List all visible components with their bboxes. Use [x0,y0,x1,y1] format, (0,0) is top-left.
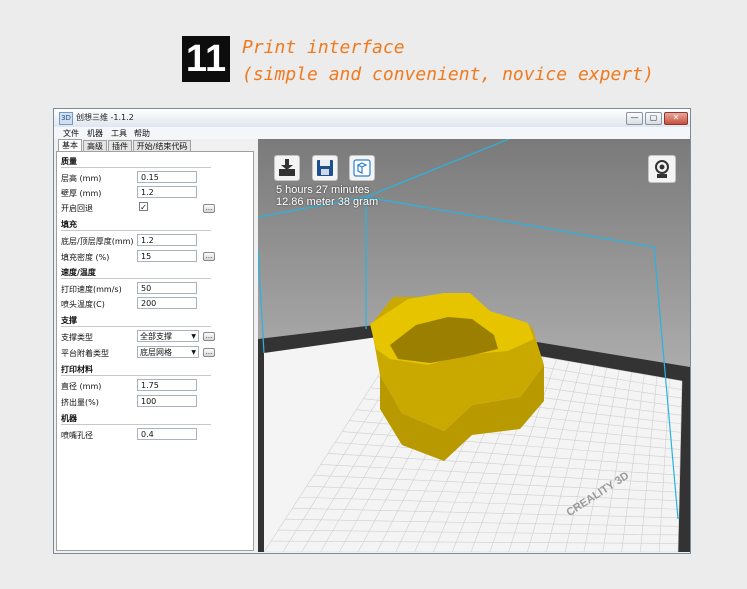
save-icon [317,160,333,176]
section-quality: 质量 [61,157,77,166]
app-window: 3D 创想三维 -1.1.2 — ▢ ✕ 文件 机器 工具 帮助 基本 高级 插… [53,108,691,554]
load-model-button[interactable] [274,155,300,181]
menu-machine[interactable]: 机器 [87,128,103,139]
nozzle-size-input[interactable]: 0.4 [137,428,197,440]
settings-panel: 基本 高级 插件 开始/结束代码 质量 层高 (mm) 0.15 壁厚 (mm)… [56,139,254,551]
section-speed-temperature: 速度/温度 [61,268,96,277]
nozzle-size-label: 喷嘴孔径 [61,431,93,440]
divider [61,326,211,327]
print-speed-input[interactable]: 50 [137,282,197,294]
minimize-button[interactable]: — [626,112,643,125]
platform-adhesion-value: 底层网格 [140,348,172,357]
basic-settings: 质量 层高 (mm) 0.15 壁厚 (mm) 1.2 开启回退 ✓ ... 填… [56,151,254,551]
support-more-button[interactable]: ... [203,332,215,341]
chevron-down-icon: ▼ [191,333,196,340]
layer-height-label: 层高 (mm) [61,174,102,183]
window-title: 创想三维 -1.1.2 [76,113,134,122]
retraction-more-button[interactable]: ... [203,204,215,213]
print-speed-label: 打印速度(mm/s) [61,285,122,294]
retraction-checkbox[interactable]: ✓ [139,202,148,212]
menu-help[interactable]: 帮助 [134,128,150,139]
support-type-select[interactable]: 全部支撑 ▼ [137,330,199,342]
flow-label: 挤出量(%) [61,398,99,407]
banner-subtitle: (simple and convenient, novice expert) [242,64,654,85]
load-icon [279,159,295,176]
tab-start-end-gcode[interactable]: 开始/结束代码 [133,140,191,151]
menu-tools[interactable]: 工具 [111,128,127,139]
share-button[interactable] [349,155,375,181]
platform-adhesion-select[interactable]: 底层网格 ▼ [137,346,199,358]
menu-bar: 文件 机器 工具 帮助 [54,127,690,139]
creality-logo-icon [353,159,371,177]
save-gcode-button[interactable] [312,155,338,181]
filament-diameter-input[interactable]: 1.75 [137,379,197,391]
wall-thickness-label: 壁厚 (mm) [61,189,102,198]
divider [61,230,211,231]
section-support: 支撑 [61,316,77,325]
print-time: 5 hours 27 minutes [276,184,370,196]
tab-advanced[interactable]: 高级 [83,140,107,151]
divider [61,424,211,425]
fill-density-label: 填充密度 (%) [61,253,110,262]
banner-title: Print interface [242,37,405,58]
view-mode-icon [655,160,669,178]
close-button[interactable]: ✕ [664,112,688,125]
flow-input[interactable]: 100 [137,395,197,407]
maximize-button[interactable]: ▢ [645,112,662,125]
support-type-value: 全部支撑 [140,332,172,341]
3d-viewport[interactable]: 5 hours 27 minutes 12.86 meter 38 gram C… [258,139,690,552]
section-machine: 机器 [61,414,77,423]
bottom-top-thickness-label: 底层/顶层厚度(mm) [61,237,134,246]
filament-diameter-label: 直径 (mm) [61,382,102,391]
tab-plugins[interactable]: 插件 [108,140,132,151]
divider [61,278,211,279]
retraction-label: 开启回退 [61,204,93,213]
chevron-down-icon: ▼ [191,349,196,356]
layer-height-input[interactable]: 0.15 [137,171,197,183]
wall-thickness-input[interactable]: 1.2 [137,186,197,198]
platform-adhesion-label: 平台附着类型 [61,349,109,358]
step-number: 11 [182,36,230,82]
nozzle-temperature-input[interactable]: 200 [137,297,197,309]
print-filament-stats: 12.86 meter 38 gram [276,196,379,208]
app-icon: 3D [59,112,73,125]
nozzle-temperature-label: 喷头温度(C) [61,300,105,309]
support-type-label: 支撑类型 [61,333,93,342]
view-mode-button[interactable] [648,155,676,183]
adhesion-more-button[interactable]: ... [203,348,215,357]
fill-density-input[interactable]: 15 [137,250,197,262]
bottom-top-thickness-input[interactable]: 1.2 [137,234,197,246]
fill-more-button[interactable]: ... [203,252,215,261]
title-bar[interactable]: 3D 创想三维 -1.1.2 — ▢ ✕ [54,109,690,128]
divider [61,167,211,168]
section-filament: 打印材料 [61,365,93,374]
divider [61,375,211,376]
menu-file[interactable]: 文件 [63,128,79,139]
section-fill: 填充 [61,220,77,229]
